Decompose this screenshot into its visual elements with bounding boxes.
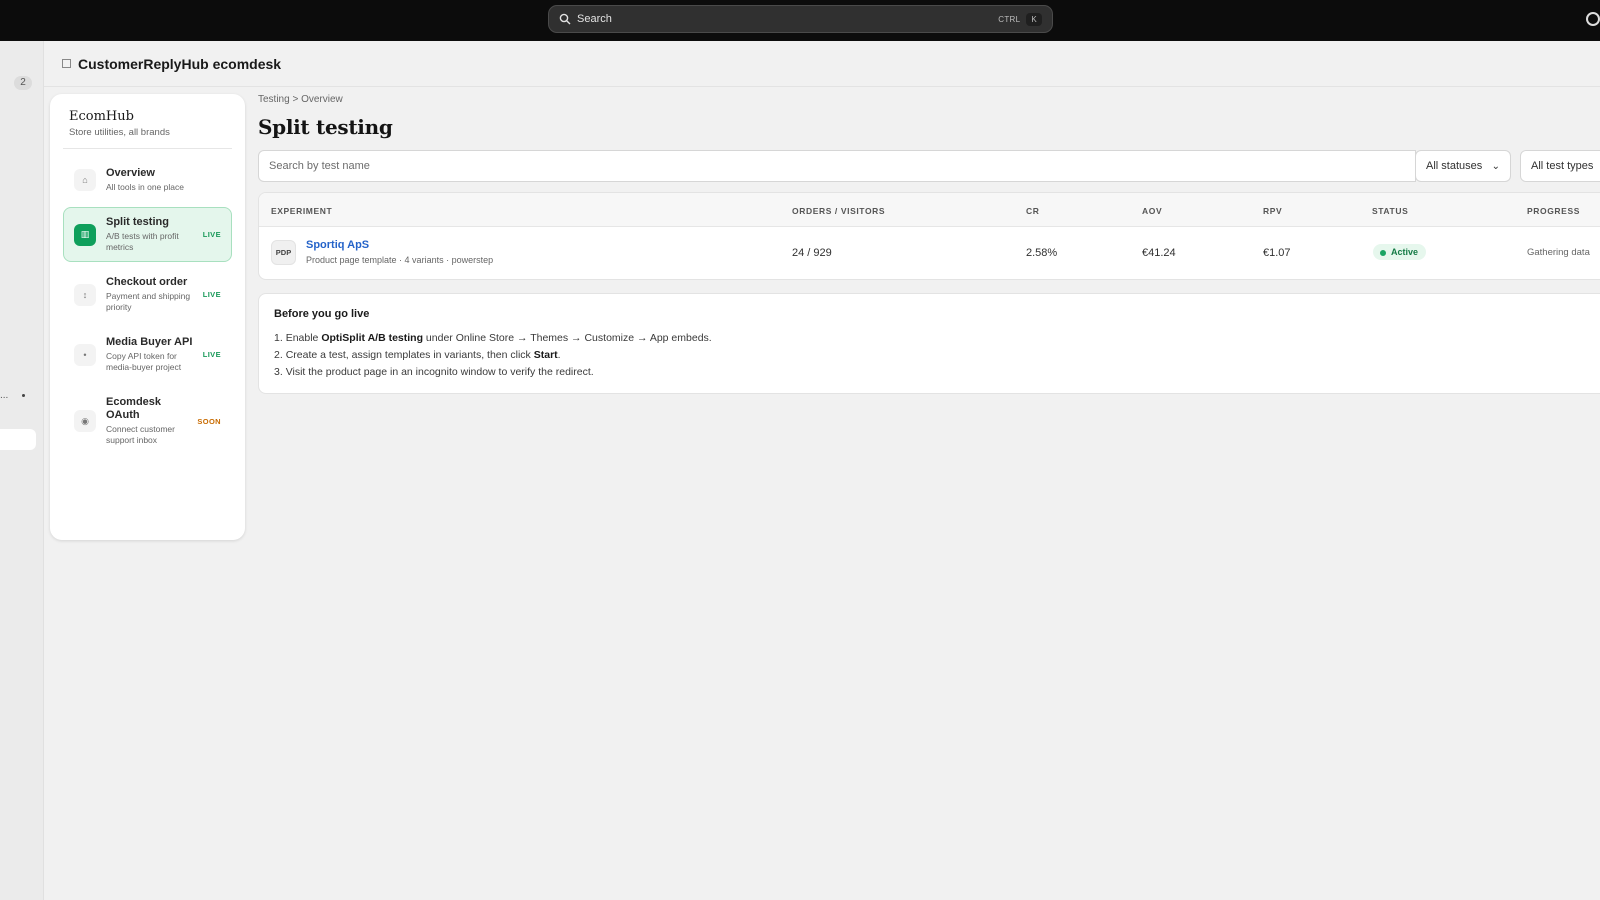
sidebar-item-overview[interactable]: ⌂ Overview All tools in one place bbox=[63, 158, 232, 202]
sidebar-item-title: Overview bbox=[106, 167, 155, 179]
account-icon[interactable] bbox=[1586, 12, 1600, 26]
key-icon: • bbox=[74, 343, 96, 366]
app-grid-icon bbox=[62, 59, 71, 68]
sidebar-item-desc: A/B tests with profit metrics bbox=[106, 231, 179, 252]
orders-visitors-value: 24 / 929 bbox=[792, 247, 832, 259]
type-filter-value: All test types bbox=[1531, 160, 1594, 172]
filter-bar: All statuses ⌄ All test types bbox=[258, 150, 1600, 182]
sidebar-item-title: Split testing bbox=[106, 216, 169, 228]
experiments-table: EXPERIMENT ORDERS / VISITORS CR AOV RPV … bbox=[258, 192, 1600, 280]
col-experiment: EXPERIMENT bbox=[271, 206, 333, 216]
col-rpv: RPV bbox=[1263, 206, 1283, 216]
checklist-step-1: 1. Enable OptiSplit A/B testing under On… bbox=[274, 332, 712, 344]
app-title: CustomerReplyHub ecomdesk bbox=[78, 55, 282, 72]
link-icon: ◉ bbox=[74, 410, 96, 432]
col-aov: AOV bbox=[1142, 206, 1163, 216]
sidebar-item-desc: Payment and shipping priority bbox=[106, 291, 191, 312]
main-content: Testing > Overview Split testing All sta… bbox=[258, 94, 1600, 394]
go-live-checklist: Before you go live 1. Enable OptiSplit A… bbox=[258, 293, 1600, 394]
chevron-down-icon: ⌄ bbox=[1491, 160, 1500, 172]
experiment-meta: Product page template · 4 variants · pow… bbox=[306, 255, 494, 265]
live-tag: LIVE bbox=[202, 350, 221, 359]
sidebar-brand: EcomHub bbox=[69, 109, 134, 124]
experiment-name-link[interactable]: Sportiq ApS bbox=[306, 239, 369, 251]
shortcut-modifier: CTRL bbox=[998, 14, 1021, 24]
status-filter-value: All statuses bbox=[1426, 160, 1483, 172]
sidebar-item-ecomdesk-oauth[interactable]: ◉ Ecomdesk OAuth Connect customer suppor… bbox=[63, 387, 232, 455]
top-bar: Search CTRL K bbox=[0, 0, 1600, 41]
sidebar-item-title: Checkout order bbox=[106, 276, 188, 288]
col-cr: CR bbox=[1026, 206, 1040, 216]
status-badge: Active bbox=[1373, 244, 1427, 260]
sidebar-item-desc: Connect customer support inbox bbox=[106, 424, 175, 445]
rail-dot-icon bbox=[22, 394, 25, 397]
aov-value: €41.24 bbox=[1142, 247, 1176, 259]
global-search[interactable]: Search CTRL K bbox=[548, 5, 1053, 33]
live-tag: LIVE bbox=[202, 230, 221, 239]
notification-count-badge[interactable]: 2 bbox=[14, 76, 32, 90]
status-filter-select[interactable]: All statuses ⌄ bbox=[1415, 150, 1511, 182]
breadcrumb[interactable]: Testing > Overview bbox=[258, 94, 1600, 105]
rpv-value: €1.07 bbox=[1263, 247, 1291, 259]
table-row[interactable]: PDP Sportiq ApS Product page template · … bbox=[259, 227, 1600, 279]
cr-value: 2.58% bbox=[1026, 247, 1058, 259]
checklist-title: Before you go live bbox=[274, 308, 370, 320]
type-filter-select[interactable]: All test types bbox=[1520, 150, 1600, 182]
shortcut-key: K bbox=[1026, 12, 1042, 26]
split-icon: ▥ bbox=[74, 223, 96, 246]
home-icon: ⌂ bbox=[74, 169, 96, 191]
rail-selected-item[interactable] bbox=[0, 429, 36, 450]
col-orders-visitors: ORDERS / VISITORS bbox=[792, 206, 886, 216]
sidebar-item-split-testing[interactable]: ▥ Split testing A/B tests with profit me… bbox=[63, 207, 232, 262]
checklist-step-3: 3. Visit the product page in an incognit… bbox=[274, 366, 594, 378]
sidebar-item-desc: Copy API token for media-buyer project bbox=[106, 351, 182, 372]
sidebar-item-media-buyer-api[interactable]: • Media Buyer API Copy API token for med… bbox=[63, 327, 232, 382]
sidebar-item-checkout-order[interactable]: ↕ Checkout order Payment and shipping pr… bbox=[63, 267, 232, 322]
live-tag: LIVE bbox=[202, 290, 221, 299]
test-type-badge: PDP bbox=[271, 240, 296, 265]
table-header: EXPERIMENT ORDERS / VISITORS CR AOV RPV … bbox=[259, 193, 1600, 227]
col-progress: PROGRESS bbox=[1527, 206, 1580, 216]
sidebar-item-desc: All tools in one place bbox=[106, 182, 184, 192]
sidebar-subtitle: Store utilities, all brands bbox=[63, 127, 232, 149]
sort-icon: ↕ bbox=[74, 283, 96, 306]
sidebar-nav: EcomHub Store utilities, all brands ⌂ Ov… bbox=[50, 94, 245, 540]
sidebar-item-title: Media Buyer API bbox=[106, 336, 193, 348]
progress-value: Gathering data bbox=[1527, 247, 1590, 258]
soon-tag: SOON bbox=[197, 416, 221, 426]
global-search-placeholder: Search bbox=[577, 13, 612, 25]
rail-truncated-label: ... bbox=[0, 390, 9, 401]
app-header: CustomerReplyHub ecomdesk bbox=[44, 41, 1600, 87]
checklist-step-2: 2. Create a test, assign templates in va… bbox=[274, 349, 561, 361]
search-icon bbox=[559, 13, 571, 25]
left-rail: 2 ... bbox=[0, 41, 44, 900]
col-status: STATUS bbox=[1372, 206, 1409, 216]
sidebar-item-title: Ecomdesk OAuth bbox=[106, 396, 162, 421]
test-search-input[interactable] bbox=[258, 150, 1416, 182]
page-title: Split testing bbox=[258, 115, 393, 139]
